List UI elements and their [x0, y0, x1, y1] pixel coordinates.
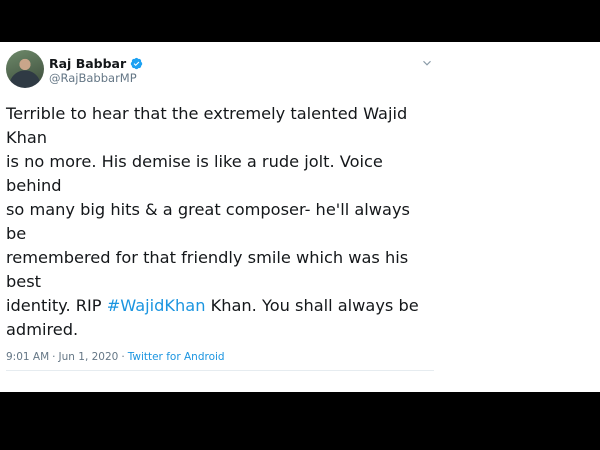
tweet-text: Terrible to hear that the extremely tale… — [6, 102, 434, 342]
tweet-source-link[interactable]: Twitter for Android — [128, 351, 225, 363]
screenshot-canvas: Raj Babbar @RajBabbarMP Terrible to hear… — [0, 42, 600, 392]
tweet-date[interactable]: Jun 1, 2020 — [59, 351, 119, 363]
meta-separator: · — [52, 351, 56, 363]
meta-separator: · — [121, 351, 125, 363]
tweet-meta: 9:01 AM · Jun 1, 2020 · Twitter for Andr… — [6, 351, 434, 363]
tweet-card: Raj Babbar @RajBabbarMP Terrible to hear… — [6, 48, 434, 371]
hashtag-link[interactable]: #WajidKhan — [107, 296, 206, 315]
divider — [6, 370, 434, 371]
author-name[interactable]: Raj Babbar — [49, 56, 126, 71]
tweet-time[interactable]: 9:01 AM — [6, 351, 49, 363]
verified-badge-icon — [130, 57, 143, 70]
chevron-down-icon[interactable] — [420, 56, 434, 70]
tweet-text-part1: Terrible to hear that the extremely tale… — [6, 104, 410, 315]
author-handle[interactable]: @RajBabbarMP — [49, 71, 137, 85]
author-name-row: Raj Babbar — [49, 56, 143, 71]
tweet-header: Raj Babbar @RajBabbarMP — [6, 48, 434, 90]
avatar[interactable] — [6, 50, 44, 88]
